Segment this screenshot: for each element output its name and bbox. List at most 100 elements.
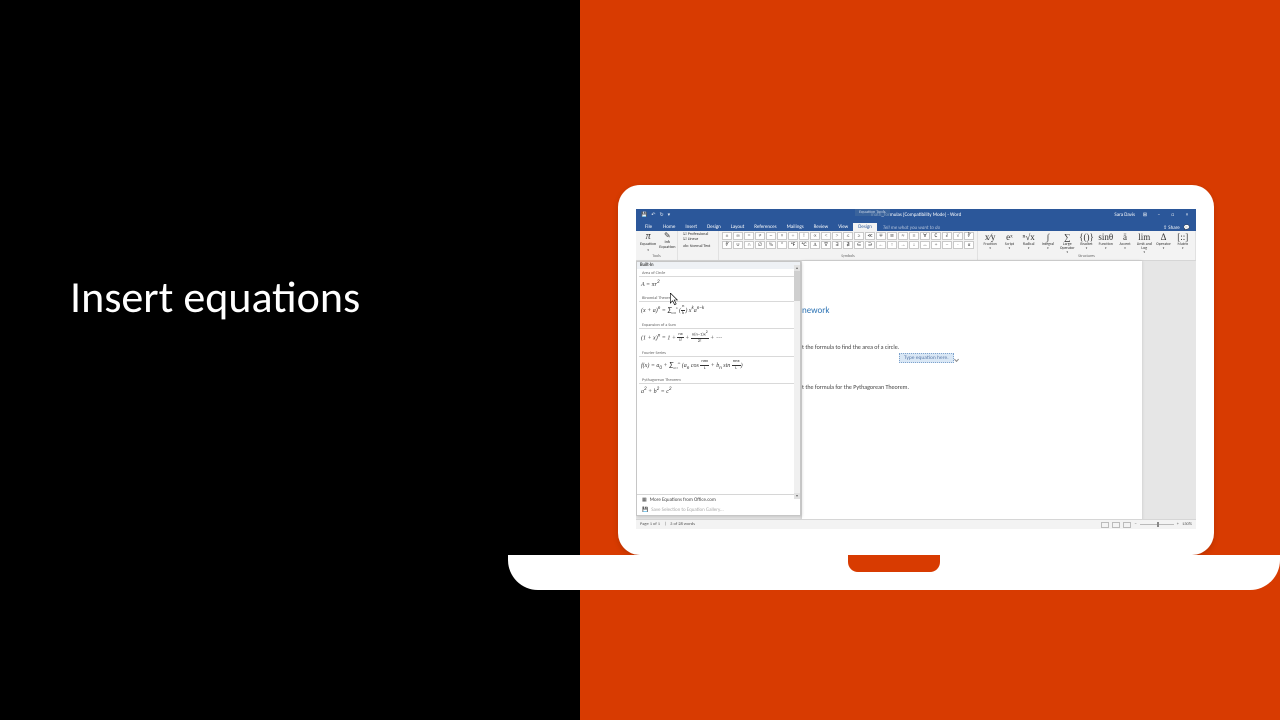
structure-button[interactable]: ⁿ√xRadical▾ — [1020, 232, 1038, 254]
zoom-in[interactable]: + — [1177, 522, 1179, 527]
zoom-level[interactable]: 130% — [1182, 522, 1192, 527]
tab-view[interactable]: View — [833, 223, 853, 231]
symbol-cell[interactable]: ℃ — [799, 241, 809, 249]
tab-mailings[interactable]: Mailings — [782, 223, 809, 231]
symbol-cell[interactable]: ∓ — [876, 232, 886, 240]
structure-button[interactable]: ∫Integral▾ — [1039, 232, 1057, 254]
symbol-cell[interactable]: ∀ — [920, 232, 930, 240]
symbols-grid[interactable]: ±∞=≠~×÷!∝<>≤≥≪∓≅≈≡∀∁∂√∛∜∪∩∅%°℉℃∆∇∃∄∈∋←↑→… — [722, 232, 974, 249]
structure-button[interactable]: limLimit and Log▾ — [1135, 232, 1153, 254]
document-page[interactable]: nework t the formula to find the area of… — [802, 261, 1142, 529]
symbol-cell[interactable]: × — [777, 232, 787, 240]
symbol-cell[interactable]: − — [942, 241, 952, 249]
symbol-cell[interactable]: > — [832, 232, 842, 240]
zoom-out[interactable]: − — [1134, 522, 1136, 527]
symbol-cell[interactable]: ≥ — [854, 232, 864, 240]
symbol-cell[interactable]: ∃ — [832, 241, 842, 249]
symbol-cell[interactable]: % — [766, 241, 776, 249]
redo-icon[interactable]: ↻ — [659, 212, 663, 218]
web-layout-view[interactable] — [1123, 522, 1131, 528]
gallery-item[interactable]: (x + a)n = Σk=0n (nk) xkan−k — [637, 302, 800, 321]
tab-home[interactable]: Home — [658, 223, 680, 231]
equation-dropdown-arrow[interactable]: ▾ — [647, 249, 649, 252]
close-icon[interactable]: × — [1183, 212, 1191, 218]
symbol-cell[interactable]: ° — [777, 241, 787, 249]
structure-button[interactable]: eˣScript▾ — [1000, 232, 1018, 254]
symbol-cell[interactable]: ↓ — [909, 241, 919, 249]
symbol-cell[interactable]: ← — [876, 241, 886, 249]
tab-layout[interactable]: Layout — [726, 223, 750, 231]
symbol-cell[interactable]: ∅ — [755, 241, 765, 249]
structure-button[interactable]: äAccent▾ — [1116, 232, 1134, 254]
symbol-cell[interactable]: ↔ — [920, 241, 930, 249]
structure-button[interactable]: ΔOperator▾ — [1154, 232, 1172, 254]
symbol-cell[interactable]: ≤ — [843, 232, 853, 240]
equation-placeholder[interactable]: Type equation here. — [899, 353, 954, 363]
symbol-cell[interactable]: · — [953, 241, 963, 249]
tab-file[interactable]: File — [639, 223, 658, 231]
symbol-cell[interactable]: ∋ — [865, 241, 875, 249]
symbol-cell[interactable]: ∄ — [843, 241, 853, 249]
tab-design[interactable]: Design — [702, 223, 726, 231]
symbol-cell[interactable]: ≈ — [898, 232, 908, 240]
tab-equation-design[interactable]: Design — [853, 223, 877, 231]
ink-equation-button[interactable]: ✎ Ink Equation — [658, 232, 676, 252]
structure-button[interactable]: x⁄yFraction▾ — [981, 232, 999, 254]
symbol-cell[interactable]: ≪ — [865, 232, 875, 240]
symbol-cell[interactable]: ÷ — [788, 232, 798, 240]
symbol-cell[interactable]: ∝ — [810, 232, 820, 240]
symbol-cell[interactable]: ≠ — [755, 232, 765, 240]
symbol-cell[interactable]: ∆ — [810, 241, 820, 249]
symbol-cell[interactable]: ~ — [766, 232, 776, 240]
symbol-cell[interactable]: ∂ — [942, 232, 952, 240]
gallery-item[interactable]: f(x) = a0 + Σn=1∞ (an cos nπxL + bn sin … — [637, 357, 800, 376]
symbol-cell[interactable]: ∇ — [821, 241, 831, 249]
symbol-cell[interactable]: ∪ — [733, 241, 743, 249]
normal-text-option[interactable]: abc Normal Text — [683, 243, 715, 249]
ribbon-display-icon[interactable]: ⊞ — [1141, 212, 1149, 218]
symbol-cell[interactable]: ≡ — [909, 232, 919, 240]
symbol-cell[interactable]: ∞ — [733, 232, 743, 240]
symbol-cell[interactable]: ∩ — [744, 241, 754, 249]
save-icon[interactable]: 💾 — [641, 212, 647, 218]
status-page[interactable]: Page 1 of 1 — [640, 522, 660, 527]
gallery-item[interactable]: a2 + b2 = c2 — [637, 384, 800, 401]
tab-insert[interactable]: Insert — [680, 223, 702, 231]
symbol-cell[interactable]: ∛ — [964, 232, 974, 240]
symbol-cell[interactable]: ≅ — [887, 232, 897, 240]
minimize-icon[interactable]: − — [1155, 212, 1163, 218]
symbol-cell[interactable]: ± — [722, 232, 732, 240]
gallery-item[interactable]: A = πr2 — [637, 277, 800, 294]
more-equations-link[interactable]: ▦ More Equations from Office.com — [637, 495, 800, 505]
zoom-slider[interactable] — [1140, 524, 1174, 525]
gallery-item[interactable]: (1 + x)n = 1 + nx1! + n(n−1)x22! + ⋯ — [637, 329, 800, 349]
symbol-cell[interactable]: ∜ — [722, 241, 732, 249]
structure-button[interactable]: {()}Bracket▾ — [1077, 232, 1095, 254]
read-mode-view[interactable] — [1101, 522, 1109, 528]
user-name[interactable]: Sara Davis — [1114, 212, 1135, 218]
print-layout-view[interactable] — [1112, 522, 1120, 528]
symbol-cell[interactable]: → — [898, 241, 908, 249]
qa-dropdown-icon[interactable]: ▾ — [668, 212, 671, 218]
undo-icon[interactable]: ↶ — [651, 212, 655, 218]
structure-button[interactable]: ∑Large Operator▾ — [1058, 232, 1076, 254]
symbol-cell[interactable]: ∈ — [854, 241, 864, 249]
symbol-cell[interactable]: + — [931, 241, 941, 249]
symbol-cell[interactable]: ! — [799, 232, 809, 240]
quick-access-toolbar[interactable]: 💾 ↶ ↻ ▾ — [636, 212, 670, 218]
symbol-cell[interactable]: α — [964, 241, 974, 249]
status-word-count[interactable]: 3 of 28 words — [670, 522, 695, 527]
symbol-cell[interactable]: ∁ — [931, 232, 941, 240]
maximize-icon[interactable]: □ — [1169, 212, 1177, 218]
equation-gallery-dropdown[interactable]: Built-In Area of CircleA = πr2Binomial T… — [636, 261, 801, 516]
tab-references[interactable]: References — [749, 223, 781, 231]
structure-button[interactable]: sinθFunction▾ — [1097, 232, 1115, 254]
scroll-down-arrow[interactable]: ▾ — [794, 493, 800, 499]
tab-review[interactable]: Review — [809, 223, 834, 231]
symbol-cell[interactable]: ℉ — [788, 241, 798, 249]
symbol-cell[interactable]: ↑ — [887, 241, 897, 249]
equation-button[interactable]: π Equation ▾ — [639, 232, 657, 252]
symbol-cell[interactable]: < — [821, 232, 831, 240]
gallery-scrollbar[interactable]: ▴ ▾ — [794, 271, 800, 493]
symbol-cell[interactable]: = — [744, 232, 754, 240]
